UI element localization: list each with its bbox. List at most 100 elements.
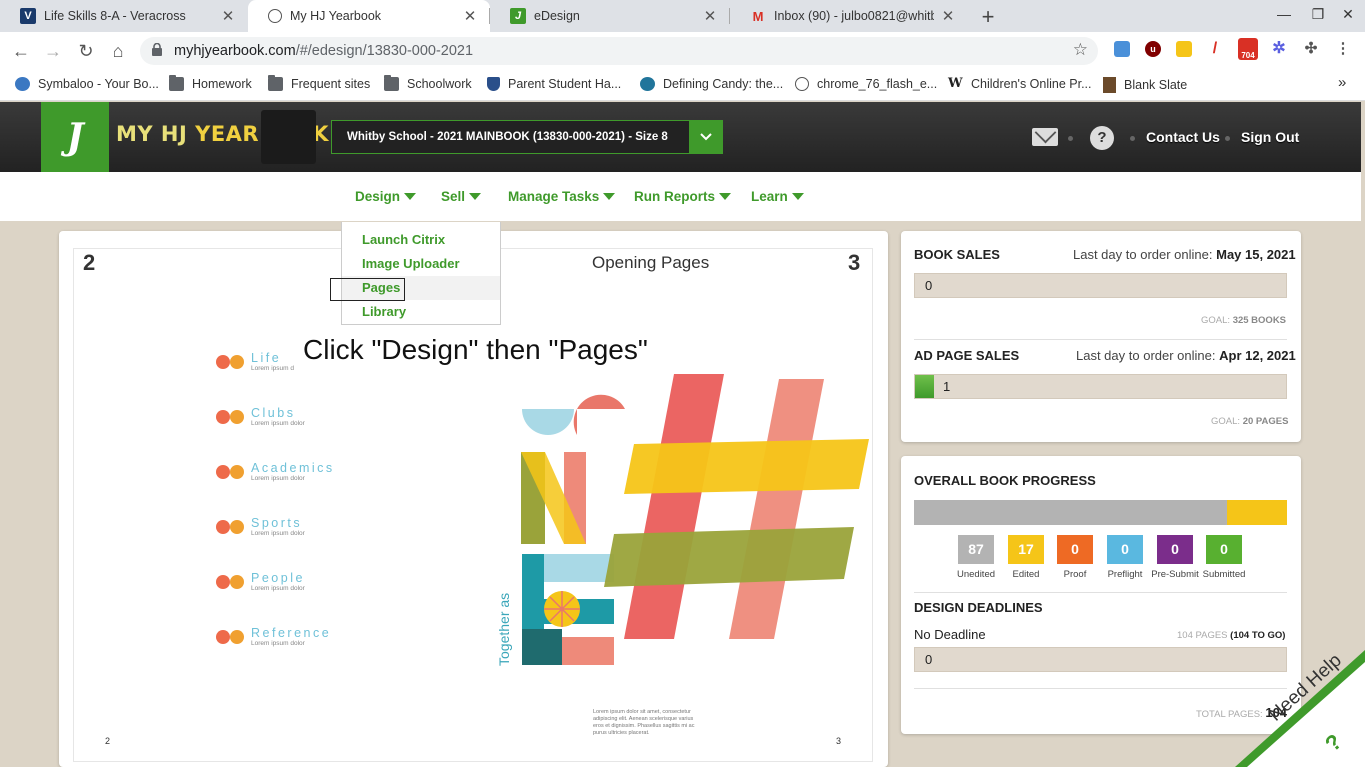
bookmark-defining-candy[interactable]: Defining Candy: the... — [640, 77, 783, 91]
nav-design[interactable]: Design — [355, 189, 417, 204]
hj-logo-icon[interactable]: J — [41, 102, 109, 172]
folder-icon — [268, 75, 283, 91]
tab-edesign[interactable]: J eDesign ✕ — [490, 0, 730, 32]
snowflake-icon[interactable]: ✲ — [1271, 41, 1287, 57]
bookmarks-overflow-icon[interactable]: » — [1338, 74, 1346, 91]
menu-item-library[interactable]: Library — [342, 300, 500, 324]
bookmark-label: Children's Online Pr... — [971, 77, 1092, 91]
restore-icon[interactable]: ❐ — [1306, 6, 1330, 23]
menu-item-image-uploader[interactable]: Image Uploader — [342, 252, 500, 276]
sticky-note-icon[interactable] — [1176, 41, 1192, 57]
bookmark-star-icon[interactable]: ☆ — [1073, 40, 1088, 60]
bookmark-frequent-sites[interactable]: Frequent sites — [268, 75, 371, 91]
bookmarks-bar: Symbaloo - Your Bo... Homework Frequent … — [0, 70, 1365, 101]
toc-sub: Lorem ipsum dolor — [251, 585, 305, 592]
toc-sub: Lorem ipsum d — [251, 365, 294, 372]
bookmark-flash[interactable]: chrome_76_flash_e... — [795, 77, 937, 91]
design-deadlines-title: DESIGN DEADLINES — [914, 600, 1043, 615]
menu-kebab-icon[interactable]: ⋮ — [1335, 41, 1351, 57]
pen-icon[interactable]: / — [1207, 41, 1223, 57]
bookmark-label: Schoolwork — [407, 77, 472, 91]
menu-item-launch-citrix[interactable]: Launch Citrix — [342, 228, 500, 252]
nav-learn[interactable]: Learn — [751, 189, 804, 204]
bookmark-symbaloo[interactable]: Symbaloo - Your Bo... — [15, 77, 159, 91]
symbaloo-icon — [15, 77, 30, 91]
status-count: 0 — [1206, 535, 1242, 564]
overall-progress-bar — [914, 500, 1287, 525]
back-icon[interactable]: ← — [10, 40, 32, 62]
mail-icon[interactable] — [1032, 128, 1058, 146]
deadline-date: May 15, 2021 — [1216, 247, 1296, 262]
bookmark-label: Frequent sites — [291, 77, 371, 91]
status-submitted[interactable]: 0 Submitted — [1194, 535, 1254, 580]
extensions-puzzle-icon[interactable]: ✣ — [1303, 41, 1319, 57]
need-help-widget[interactable]: Need Help ? — [1235, 650, 1365, 767]
spread-preview[interactable] — [73, 248, 873, 762]
wikipedia-icon: W — [948, 76, 963, 91]
bookmark-label: Symbaloo - Your Bo... — [38, 77, 159, 91]
book-select[interactable]: Whitby School - 2021 MAINBOOK (13830-000… — [331, 120, 723, 154]
separator-dot — [1130, 136, 1135, 141]
deadline-label: Last day to order online: — [1076, 348, 1216, 363]
bookmark-label: Homework — [192, 77, 252, 91]
toc-sub: Lorem ipsum dolor — [251, 640, 305, 647]
sign-out-link[interactable]: Sign Out — [1241, 129, 1299, 145]
chevron-down-icon[interactable] — [689, 121, 722, 153]
bookmark-blank-slate[interactable]: Blank Slate — [1103, 77, 1187, 93]
toc-sub: Lorem ipsum dolor — [251, 420, 305, 427]
tab-title: Inbox (90) - julbo0821@whitbys — [774, 9, 934, 23]
goal-value: 20 PAGES — [1242, 416, 1289, 427]
toc-sub: Lorem ipsum dolor — [251, 530, 305, 537]
reload-icon[interactable]: ↻ — [75, 40, 97, 62]
tab-veracross[interactable]: V Life Skills 8-A - Veracross ✕ — [0, 0, 248, 32]
home-icon[interactable]: ⌂ — [107, 40, 129, 62]
url-text: myhjyearbook.com/#/edesign/13830-000-202… — [174, 43, 473, 59]
nav-label: Run Reports — [634, 189, 715, 204]
toc-label: Academics — [251, 461, 335, 475]
lorem-paragraph: Lorem ipsum dolor sit amet, consectetur … — [593, 709, 695, 736]
nav-run-reports[interactable]: Run Reports — [634, 189, 731, 204]
spread-artwork — [521, 374, 869, 665]
sales-card — [901, 231, 1301, 442]
tab-gmail[interactable]: M Inbox (90) - julbo0821@whitbys ✕ — [730, 0, 968, 32]
close-icon[interactable]: ✕ — [220, 7, 236, 25]
mail-counter-icon[interactable]: 704 — [1238, 38, 1258, 60]
ublock-icon[interactable]: u — [1145, 41, 1161, 57]
window-close-icon[interactable]: ✕ — [1336, 6, 1360, 23]
book-sales-bar: 0 — [914, 273, 1287, 298]
book-select-value: Whitby School - 2021 MAINBOOK (13830-000… — [347, 131, 668, 143]
tab-separator — [489, 8, 490, 24]
progress-unedited-segment — [914, 500, 1228, 525]
main-nav: Design Sell Manage Tasks Run Reports Lea… — [0, 172, 1361, 221]
deadline-bar: 0 — [914, 647, 1287, 672]
extension-grid-icon[interactable] — [1114, 41, 1130, 57]
toc-label: Life — [251, 351, 282, 365]
bookmark-parent-student[interactable]: Parent Student Ha... — [487, 77, 621, 91]
contact-us-link[interactable]: Contact Us — [1146, 129, 1220, 145]
divider — [914, 592, 1287, 593]
goal-value: 325 BOOKS — [1232, 315, 1287, 326]
progress-edited-segment — [1227, 500, 1287, 525]
address-bar[interactable]: myhjyearbook.com/#/edesign/13830-000-202… — [140, 37, 1098, 65]
bookmark-label: Parent Student Ha... — [508, 77, 622, 91]
close-icon[interactable]: ✕ — [702, 7, 718, 25]
status-count: 17 — [1008, 535, 1044, 564]
close-icon[interactable]: ✕ — [940, 7, 956, 25]
pages-count: 104 PAGES — [1177, 630, 1228, 641]
tab-title: My HJ Yearbook — [290, 9, 382, 23]
tab-my-hj-yearbook[interactable]: My HJ Yearbook ✕ — [248, 0, 490, 32]
nav-sell[interactable]: Sell — [441, 189, 482, 204]
address-toolbar: ← → ↻ ⌂ myhjyearbook.com/#/edesign/13830… — [0, 32, 1365, 70]
bookmark-childrens-online[interactable]: W Children's Online Pr... — [948, 76, 1092, 92]
globe-icon — [268, 9, 282, 23]
forward-icon[interactable]: → — [42, 40, 64, 62]
bookmark-schoolwork[interactable]: Schoolwork — [384, 75, 472, 91]
new-tab-icon[interactable]: + — [976, 4, 1000, 30]
pages-to-go: (104 TO GO) — [1230, 630, 1286, 641]
close-icon[interactable]: ✕ — [462, 7, 478, 25]
nav-manage-tasks[interactable]: Manage Tasks — [508, 189, 616, 204]
bookmark-homework[interactable]: Homework — [169, 75, 252, 91]
minimize-icon[interactable]: — — [1272, 6, 1296, 22]
divider — [914, 688, 1287, 689]
help-icon[interactable]: ? — [1090, 126, 1114, 150]
